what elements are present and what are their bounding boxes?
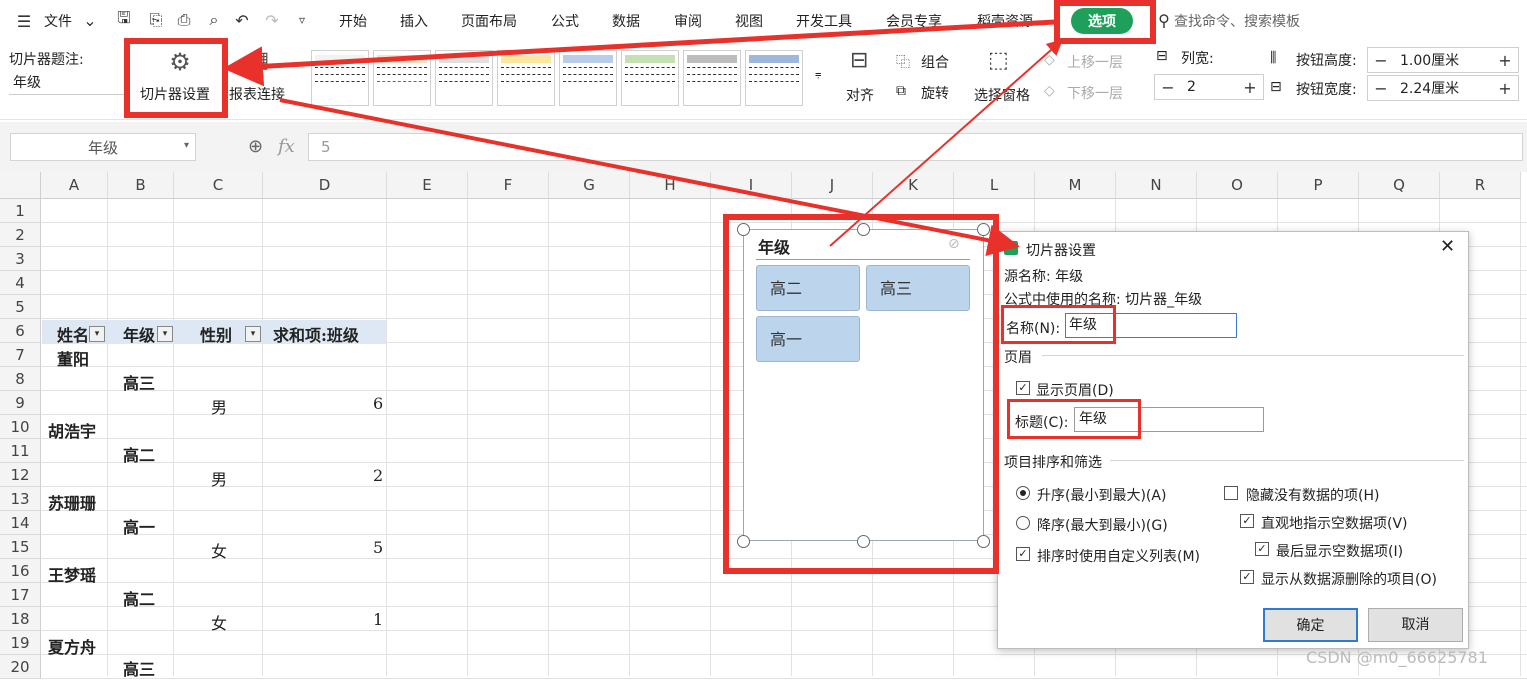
watermark: CSDN @m0_66625781 (1306, 648, 1488, 667)
annotation-arrows (223, 19, 1063, 257)
arrow-line (223, 19, 1056, 87)
grid-line (41, 678, 1527, 679)
arrow-line (829, 39, 1063, 247)
arrow-line (279, 98, 1020, 257)
